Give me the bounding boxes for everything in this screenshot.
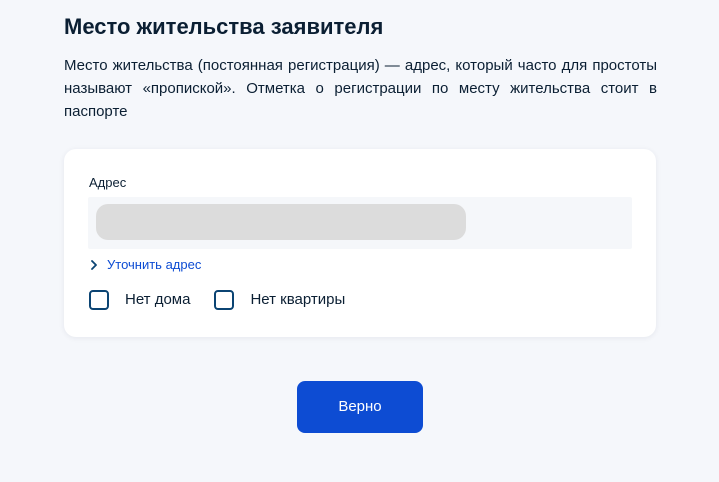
no-house-checkbox[interactable]: Нет дома xyxy=(89,290,190,310)
address-card: Адрес Уточнить адрес Нет дома Нет кварти… xyxy=(64,149,656,337)
no-apartment-label: Нет квартиры xyxy=(250,291,346,308)
section-description: Место жительства (постоянная регистрация… xyxy=(64,57,657,120)
refine-address-link[interactable]: Уточнить адрес xyxy=(89,256,201,274)
address-field-label: Адрес xyxy=(89,175,127,190)
confirm-button[interactable]: Верно xyxy=(297,381,423,433)
no-apartment-checkbox-box[interactable] xyxy=(214,290,235,310)
chevron-right-icon xyxy=(89,260,99,270)
address-options: Нет дома Нет квартиры xyxy=(89,290,345,310)
address-field[interactable] xyxy=(88,197,632,249)
no-house-label: Нет дома xyxy=(125,291,191,308)
no-house-checkbox-box[interactable] xyxy=(89,290,109,310)
refine-address-label: Уточнить адрес xyxy=(107,257,202,272)
page-title: Место жительства заявителя xyxy=(64,14,384,39)
address-loading-placeholder xyxy=(96,204,466,240)
no-apartment-checkbox[interactable]: Нет квартиры xyxy=(214,290,345,310)
